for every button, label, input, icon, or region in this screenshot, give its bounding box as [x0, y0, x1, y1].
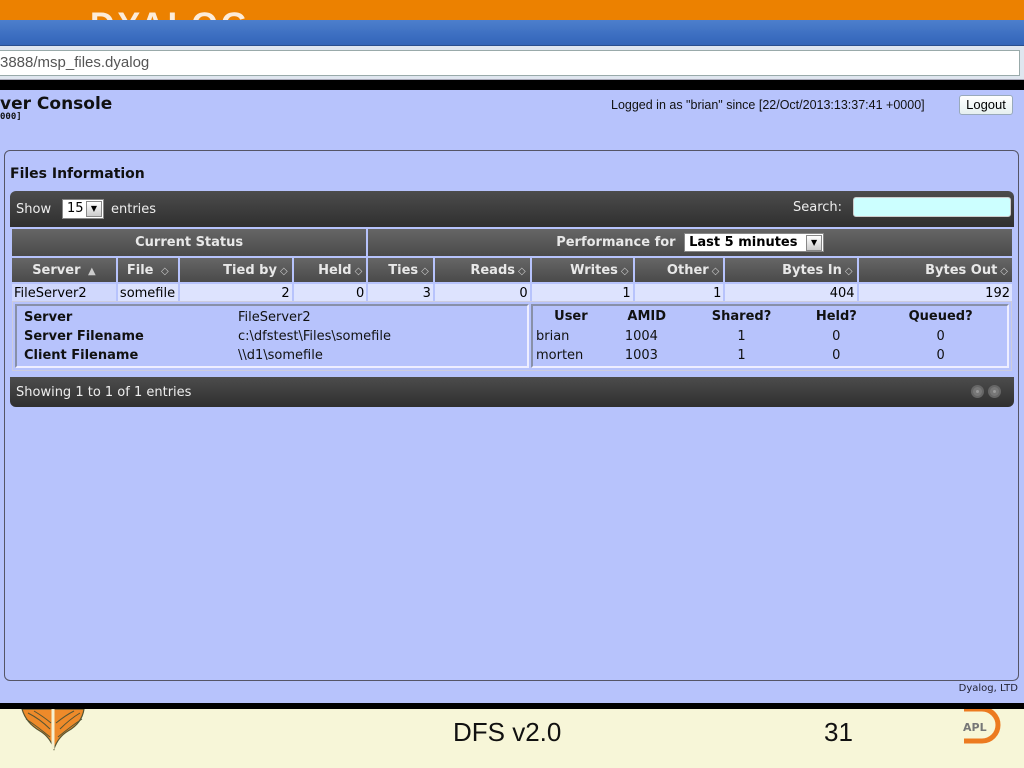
page-subtitle: 000]: [0, 112, 22, 122]
sort-icon: ◇: [279, 265, 288, 277]
chevron-down-icon[interactable]: ▼: [806, 235, 823, 251]
users-table: User AMID Shared? Held? Queued? brian 10…: [533, 306, 1007, 365]
sort-asc-icon: ▲: [88, 265, 96, 277]
slide-banner: DYALOG: [0, 0, 1024, 22]
performance-period-value: Last 5 minutes: [689, 235, 798, 250]
column-header-bytes-in[interactable]: Bytes In ◇: [725, 258, 857, 282]
sort-icon: ◇: [1000, 265, 1008, 277]
group-header-performance: Performance for Last 5 minutes ▼: [368, 229, 1012, 256]
login-info: Logged in as "brian" since [22/Oct/2013:…: [611, 98, 925, 112]
dyalog-apl-logo-icon: APL: [963, 709, 1001, 744]
table-footer: Showing 1 to 1 of 1 entries: [10, 377, 1014, 407]
column-header-held[interactable]: Held ◇: [293, 258, 367, 282]
sort-icon: ◇: [711, 265, 720, 277]
address-input[interactable]: 3888/msp_files.dyalog: [0, 50, 1020, 76]
leaf-logo-icon: [21, 709, 85, 751]
users-header-held: Held?: [815, 309, 857, 324]
entries-label: entries: [111, 202, 157, 217]
sort-icon: ◇: [844, 265, 853, 277]
previous-page-icon[interactable]: [971, 385, 984, 398]
page-title: ver Console: [0, 94, 113, 114]
users-header-amid: AMID: [627, 309, 667, 324]
show-label: Show: [16, 202, 52, 217]
users-header-user: User: [554, 309, 588, 324]
group-header-current-status: Current Status: [12, 229, 367, 256]
slide-title: DFS v2.0: [453, 717, 562, 747]
column-header-server[interactable]: Server ▲: [12, 258, 116, 282]
panel-title: Files Information: [10, 166, 145, 182]
sort-icon: ◇: [518, 265, 526, 277]
sort-icon: ◇: [354, 265, 363, 277]
svg-text:APL: APL: [963, 721, 987, 734]
column-header-file[interactable]: File ◇: [117, 258, 178, 282]
files-table: Current Status Performance for Last 5 mi…: [10, 227, 1014, 305]
next-page-icon[interactable]: [988, 385, 1001, 398]
web-page: ver Console 000] Logged in as "brian" si…: [0, 90, 1024, 703]
users-header-queued: Queued?: [908, 309, 973, 324]
search-input[interactable]: [853, 197, 1011, 217]
users-header-shared: Shared?: [711, 309, 772, 324]
performance-period-select[interactable]: Last 5 minutes ▼: [684, 233, 825, 252]
column-header-reads[interactable]: Reads ◇: [434, 258, 530, 282]
column-header-ties[interactable]: Ties ◇: [368, 258, 433, 282]
file-details: Server FileServer2 Server Filename c:\df…: [15, 304, 529, 368]
slide-footer: DFS v2.0 31 APL: [0, 709, 1024, 768]
search-label: Search:: [793, 200, 843, 215]
users-details: User AMID Shared? Held? Queued? brian 10…: [531, 304, 1009, 368]
browser-addressbar: 3888/msp_files.dyalog: [0, 46, 1024, 80]
row-details: Server FileServer2 Server Filename c:\df…: [12, 301, 1012, 371]
column-header-other[interactable]: Other ◇: [634, 258, 724, 282]
table-info: Showing 1 to 1 of 1 entries: [16, 385, 192, 400]
chevron-down-icon[interactable]: ▼: [86, 201, 102, 217]
slide-page-number: 31: [824, 717, 853, 747]
sort-icon: ◇: [161, 265, 169, 277]
user-row: brian 1004 1 0 0: [536, 329, 945, 344]
browser-titlebar: [0, 20, 1024, 46]
column-header-bytes-out[interactable]: Bytes Out ◇: [858, 258, 1012, 282]
column-header-tied-by[interactable]: Tied by ◇: [179, 258, 292, 282]
files-information-panel: Files Information Show 15 ▼ entries Sear…: [4, 150, 1019, 681]
logout-button[interactable]: Logout: [959, 95, 1013, 115]
page-length-select[interactable]: 15 ▼: [62, 199, 104, 219]
performance-for-label: Performance for: [556, 235, 676, 250]
page-length-value: 15: [67, 201, 84, 216]
divider: [0, 80, 1024, 90]
sort-icon: ◇: [421, 265, 429, 277]
column-header-writes[interactable]: Writes ◇: [531, 258, 633, 282]
table-toolbar: Show 15 ▼ entries Search:: [10, 191, 1014, 227]
credits: Dyalog, LTD: [958, 683, 1018, 694]
sort-icon: ◇: [620, 265, 629, 277]
user-row: morten 1003 1 0 0: [536, 348, 945, 363]
